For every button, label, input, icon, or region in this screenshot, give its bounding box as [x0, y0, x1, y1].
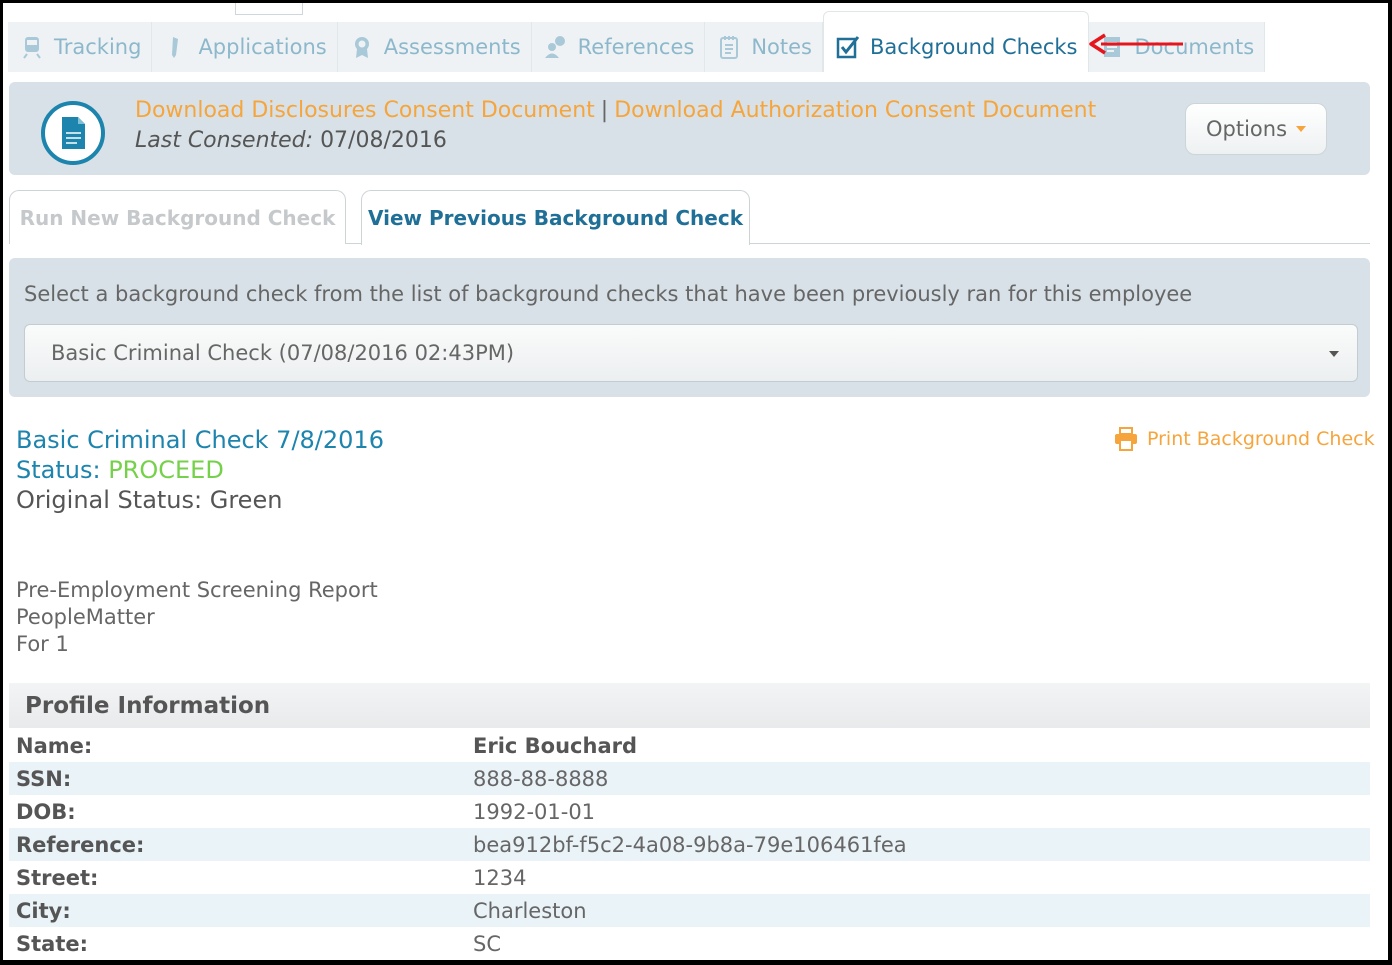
tab-label: References [577, 35, 695, 59]
tab-label: Background Checks [870, 35, 1078, 59]
caret-down-icon [1296, 126, 1307, 132]
consent-links: Download Disclosures Consent Document | Do… [135, 98, 1096, 123]
app-window: Tracking Applications Assessments Refere… [3, 3, 1388, 960]
print-background-check-link[interactable]: Print Background Check [1113, 427, 1375, 451]
selected-check: Basic Criminal Check (07/08/2016 02:43PM… [51, 341, 515, 365]
original-status: Original Status: Green [16, 486, 283, 514]
tab-view-previous-background-check[interactable]: View Previous Background Check [361, 190, 750, 245]
row-value: bea912bf-f5c2-4a08-9b8a-79e106461fea [473, 832, 907, 857]
row-key: State: [16, 931, 89, 956]
checklist-icon [836, 35, 860, 59]
consent-banner: Download Disclosures Consent Document | Do… [9, 82, 1370, 175]
table-row: Reference: bea912bf-f5c2-4a08-9b8a-79e106… [9, 828, 1370, 861]
report-line: Pre-Employment Screening Report [16, 578, 378, 602]
tab-tracking[interactable]: Tracking [8, 22, 153, 72]
last-consented: Last Consented: 07/08/2016 [135, 128, 447, 153]
table-row: DOB: 1992-01-01 [9, 795, 1370, 828]
profile-information-heading: Profile Information [9, 683, 1370, 728]
red-arrow-annotation [1089, 33, 1183, 55]
last-consented-label: Last Consented: [135, 128, 314, 153]
status-label: Status: [16, 456, 101, 484]
select-instruction: Select a background check from the list … [24, 282, 1193, 306]
row-key: SSN: [16, 766, 72, 791]
caret-down-icon [1329, 351, 1339, 357]
row-key: Street: [16, 865, 99, 890]
row-value: 888-88-8888 [473, 766, 609, 791]
tab-applications[interactable]: Applications [152, 22, 338, 72]
tab-notes[interactable]: Notes [705, 22, 823, 72]
tab-run-new-background-check[interactable]: Run New Background Check [9, 190, 346, 244]
report-title: Basic Criminal Check 7/8/2016 [16, 426, 384, 454]
table-row: Name: Eric Bouchard [9, 729, 1370, 762]
people-icon [544, 35, 568, 59]
row-value: Eric Bouchard [473, 733, 638, 758]
table-row: SSN: 888-88-8888 [9, 762, 1370, 795]
previous-check-panel: Select a background check from the list … [9, 258, 1370, 397]
download-authorization-link[interactable]: Download Authorization Consent Document [614, 98, 1096, 123]
pen-icon [164, 35, 188, 59]
row-key: DOB: [16, 799, 76, 824]
background-check-tabs: Run New Background Check View Previous B… [9, 190, 1370, 245]
consent-document-icon [41, 101, 105, 165]
row-value: 1992-01-01 [473, 799, 596, 824]
top-tab-bar: Tracking Applications Assessments Refere… [8, 11, 1266, 73]
row-key: Reference: [16, 832, 145, 857]
link-separator: | [600, 98, 609, 123]
row-key: Name: [16, 733, 93, 758]
printer-icon [1113, 427, 1139, 451]
options-label: Options [1205, 117, 1288, 141]
background-check-select[interactable]: Basic Criminal Check (07/08/2016 02:43PM… [24, 324, 1358, 382]
notepad-icon [717, 35, 741, 59]
profile-table: Name: Eric Bouchard SSN: 888-88-8888 DOB: 1… [9, 729, 1370, 960]
table-row: State: SC [9, 927, 1370, 960]
options-button[interactable]: Options [1185, 103, 1327, 155]
table-row: City: Charleston [9, 894, 1370, 927]
row-value: SC [473, 931, 501, 956]
tab-background-checks[interactable]: Background Checks [823, 11, 1089, 72]
tab-references[interactable]: References [531, 22, 706, 72]
row-key: City: [16, 898, 71, 923]
tab-assessments[interactable]: Assessments [337, 22, 532, 72]
table-row: Street: 1234 [9, 861, 1370, 894]
tab-label: Tracking [54, 35, 142, 59]
print-label: Print Background Check [1147, 428, 1375, 450]
tab-label: Notes [751, 35, 812, 59]
tab-label: Assessments [383, 35, 521, 59]
report-status: Status: PROCEED [16, 456, 224, 484]
tab-label: Applications [198, 35, 327, 59]
report-line: PeopleMatter [16, 605, 155, 629]
row-value: 1234 [473, 865, 527, 890]
status-value: PROCEED [108, 456, 224, 484]
award-icon [350, 35, 374, 59]
last-consented-value: 07/08/2016 [320, 128, 447, 153]
download-disclosures-link[interactable]: Download Disclosures Consent Document [135, 98, 595, 123]
report-header-lines: Pre-Employment Screening Report PeopleMa… [16, 577, 378, 658]
row-value: Charleston [473, 898, 587, 923]
train-icon [20, 35, 44, 59]
tooltip-notch [235, 3, 303, 15]
report-line: For 1 [16, 632, 69, 656]
